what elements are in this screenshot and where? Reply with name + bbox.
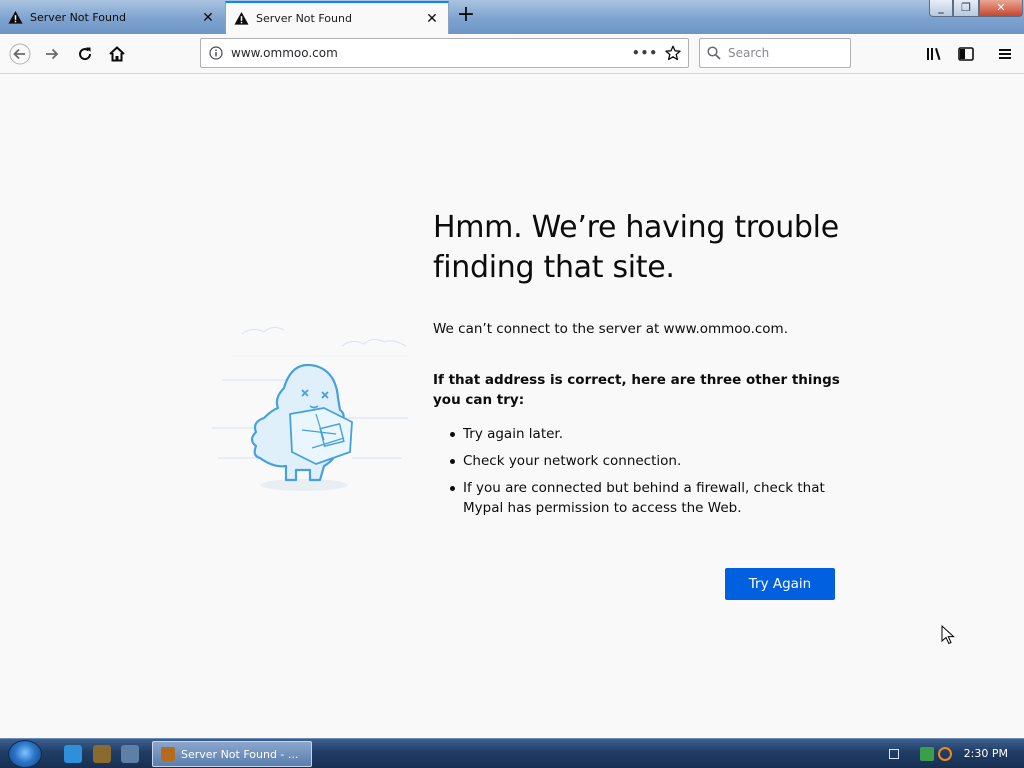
search-icon: [700, 46, 728, 60]
tips-list: Try again later. Check your network conn…: [433, 424, 843, 518]
error-content: Hmm. We’re having trouble finding that s…: [433, 208, 843, 525]
tip-item: If you are connected but behind a firewa…: [433, 478, 843, 518]
quick-launch-window-icon[interactable]: [121, 745, 139, 763]
try-again-button[interactable]: Try Again: [725, 568, 835, 600]
menu-button[interactable]: [990, 39, 1020, 69]
error-illustration: [212, 326, 408, 491]
tip-item: Check your network connection.: [433, 451, 843, 471]
reload-icon: [79, 47, 92, 61]
tab-strip: Server Not Found ✕ Server Not Found ✕ + …: [0, 0, 1024, 34]
start-button[interactable]: [8, 740, 42, 768]
close-tab-icon[interactable]: ✕: [200, 10, 216, 26]
navigation-toolbar: www.ommoo.com ••• Search: [0, 34, 1024, 74]
warning-icon: [234, 11, 249, 25]
mouse-cursor-icon: [941, 625, 955, 645]
warning-icon: [8, 10, 23, 24]
quick-launch-app-icon[interactable]: [93, 745, 111, 763]
page-actions-button[interactable]: •••: [632, 46, 658, 60]
reload-button[interactable]: [70, 39, 100, 69]
sidebar-button[interactable]: [951, 39, 981, 69]
search-bar[interactable]: Search: [699, 38, 851, 68]
tab-label: Server Not Found: [256, 12, 352, 25]
sidebar-icon: [958, 47, 974, 61]
clock[interactable]: 2:30 PM: [964, 747, 1008, 760]
tip-item: Try again later.: [433, 424, 843, 444]
library-button[interactable]: [919, 39, 949, 69]
tab-server-not-found-2[interactable]: Server Not Found ✕: [225, 1, 449, 34]
network-tray-icon[interactable]: [920, 747, 934, 761]
back-arrow-icon: [9, 43, 31, 65]
new-tab-button[interactable]: +: [455, 4, 477, 27]
search-input[interactable]: Search: [728, 46, 769, 60]
home-button[interactable]: [102, 39, 132, 69]
library-icon: [927, 48, 941, 60]
search-tray-icon[interactable]: [938, 747, 952, 761]
taskbar: Server Not Found - ... 2:30 PM: [0, 738, 1024, 768]
taskbar-item-browser[interactable]: Server Not Found - ...: [152, 741, 312, 767]
home-icon: [109, 46, 125, 62]
tips-heading: If that address is correct, here are thr…: [433, 372, 840, 408]
keyboard-layout-icon[interactable]: [889, 749, 899, 759]
info-icon[interactable]: [201, 46, 231, 60]
minimize-button[interactable]: _: [929, 0, 953, 17]
browser-app-icon: [161, 747, 175, 761]
tab-label: Server Not Found: [30, 11, 126, 24]
url-bar[interactable]: www.ommoo.com •••: [200, 38, 689, 68]
forward-arrow-icon: [46, 48, 59, 60]
error-title: Hmm. We’re having trouble finding that s…: [433, 210, 839, 285]
close-window-button[interactable]: ✕: [979, 0, 1023, 17]
hamburger-menu-icon: [999, 49, 1011, 59]
taskbar-item-label: Server Not Found - ...: [181, 747, 299, 761]
url-text[interactable]: www.ommoo.com: [231, 46, 632, 60]
tab-server-not-found-1[interactable]: Server Not Found ✕: [0, 1, 224, 34]
internet-explorer-icon[interactable]: [64, 745, 82, 763]
forward-button[interactable]: [37, 39, 67, 69]
close-tab-icon[interactable]: ✕: [424, 11, 440, 27]
restore-button[interactable]: ❐: [953, 0, 979, 17]
back-button[interactable]: [5, 39, 35, 69]
error-description: We can’t connect to the server at www.om…: [433, 321, 788, 337]
bookmark-star-icon[interactable]: [658, 45, 688, 61]
system-tray: 2:30 PM: [920, 739, 1024, 768]
